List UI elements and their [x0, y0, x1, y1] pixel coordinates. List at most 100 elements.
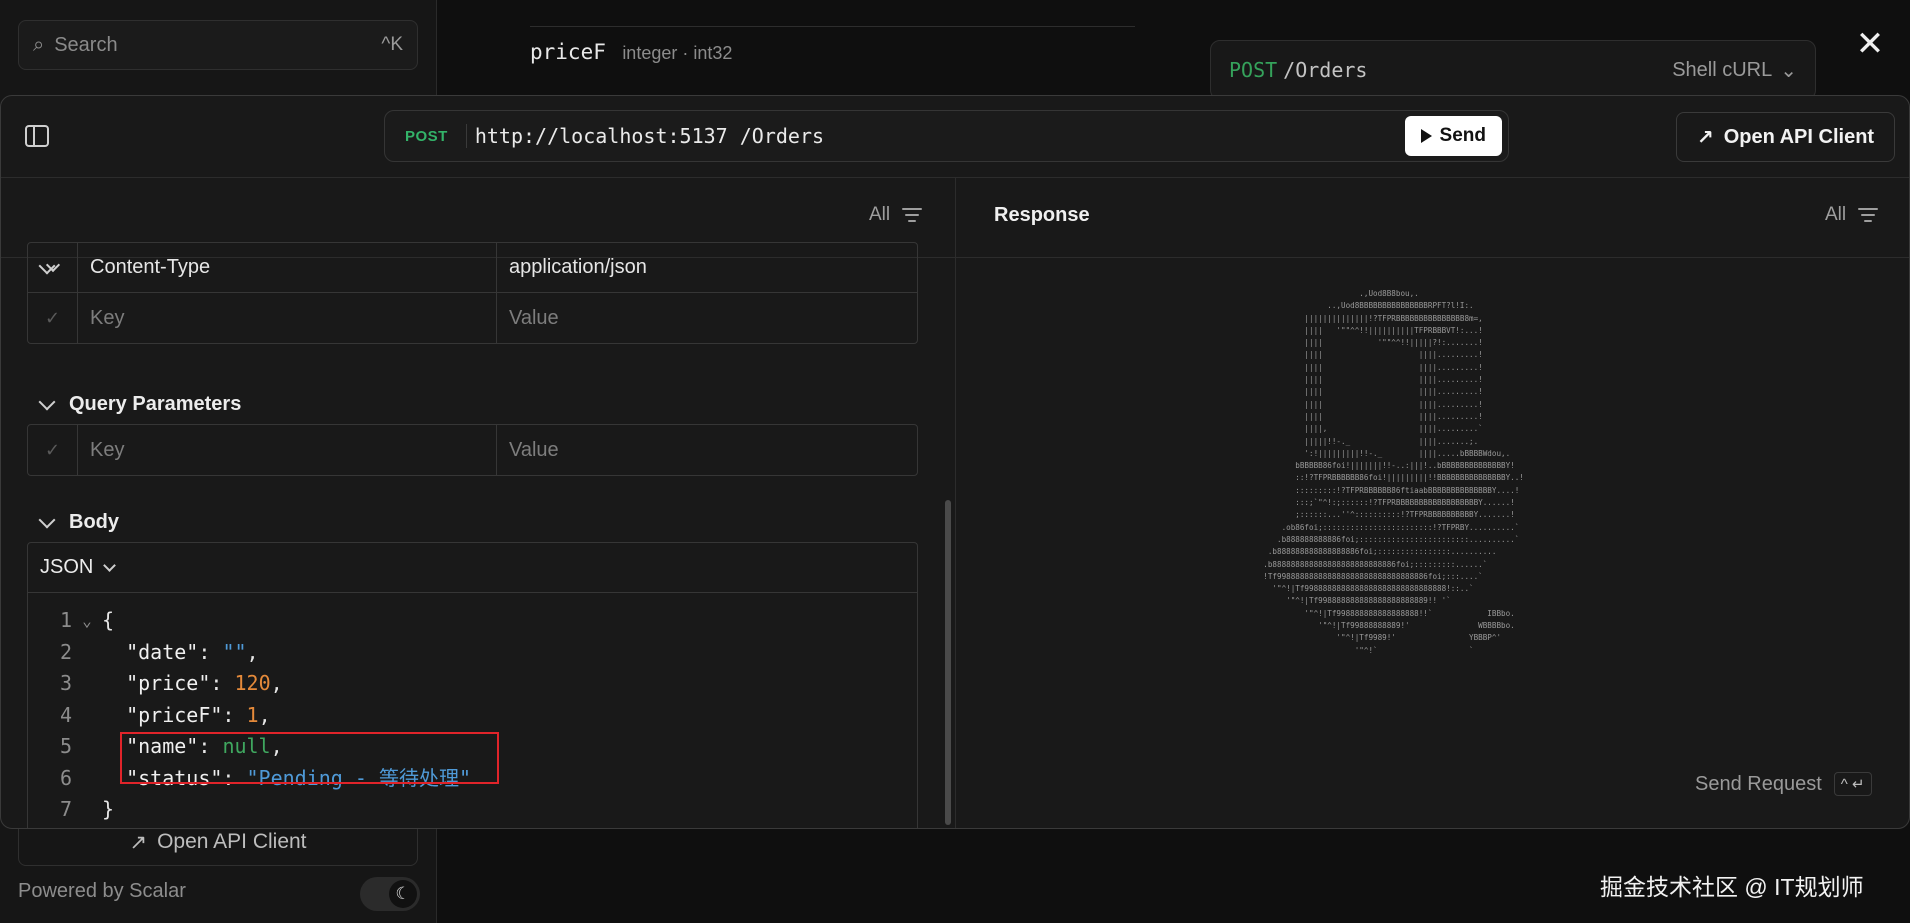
send-button[interactable]: Send: [1404, 116, 1502, 156]
field-name: priceF: [530, 40, 606, 64]
header-key-input[interactable]: Content-Type: [78, 243, 497, 292]
request-panel-scrollbar[interactable]: [945, 260, 951, 825]
body-editor: JSON 1 ⌄{2 "date": "", 3 "price": 120, 4 "p…: [27, 542, 918, 828]
filter-icon: [1858, 207, 1879, 223]
send-request-shortcut: ^ ↵: [1833, 772, 1872, 796]
code-text: "date": "",: [126, 639, 259, 664]
json-value: 1: [246, 702, 259, 727]
code-sample-header: POST /Orders Shell cURL ⌄: [1210, 40, 1816, 100]
query-parameters-title: Query Parameters: [69, 393, 242, 415]
json-value: 120: [234, 671, 271, 695]
code-line: 2 "date": "",: [28, 637, 917, 669]
chevron-down-icon: ⌄: [1780, 59, 1797, 82]
fold-gutter: [72, 700, 102, 732]
theme-toggle[interactable]: ☾: [360, 877, 420, 911]
close-icon[interactable]: ✕: [1852, 26, 1888, 62]
fold-gutter: [72, 763, 102, 795]
line-number: 3: [59, 671, 72, 695]
line-number: 4: [59, 702, 72, 727]
query-parameters-table: ✓ Key Value: [27, 424, 918, 476]
body-toggle[interactable]: Body: [38, 511, 119, 534]
language-label: Shell cURL: [1672, 58, 1773, 81]
request-url-input[interactable]: http://localhost:5137 /Orders: [475, 124, 824, 148]
json-code-editor[interactable]: 1 ⌄{2 "date": "", 3 "price": 120, 4 "priceF…: [28, 605, 917, 826]
filter-label: All: [869, 204, 891, 225]
search-icon: ⌕: [33, 33, 45, 56]
line-number: 2: [59, 639, 72, 664]
highlight-annotation: [120, 732, 499, 784]
response-title: Response: [994, 204, 1090, 226]
line-number: 7: [59, 797, 72, 821]
open-api-client-label: Open API Client: [1723, 125, 1875, 148]
chevron-down-icon: [38, 511, 56, 528]
arrow-up-right-icon: ↗: [1696, 126, 1714, 149]
header-value-input[interactable]: application/json: [497, 243, 917, 292]
code-text: "price": 120,: [126, 671, 283, 695]
language-select[interactable]: Shell cURL ⌄: [1672, 58, 1797, 83]
body-title: Body: [69, 511, 119, 533]
request-method[interactable]: POST: [405, 128, 448, 145]
header-value-input[interactable]: Value: [497, 293, 917, 343]
table-row: ✓ Key Value: [28, 293, 917, 343]
divider: [530, 26, 1135, 27]
filter-label: All: [1825, 204, 1847, 225]
chevron-down-icon: [45, 257, 60, 272]
watermark: 掘金技术社区 @ IT规划师: [1600, 874, 1864, 900]
row-chevron[interactable]: [28, 243, 78, 292]
code-line: 7}: [28, 794, 917, 826]
sidebar-toggle-icon[interactable]: [25, 125, 49, 147]
search-shortcut: ^K: [381, 34, 403, 55]
table-row: ✓ Key Value: [28, 425, 917, 475]
body-format-label: JSON: [40, 556, 94, 578]
send-label: Send: [1439, 125, 1486, 146]
headers-table: Content-Type application/json ✓ Key Valu…: [27, 242, 918, 344]
fold-chevron-icon[interactable]: ⌄: [72, 605, 102, 637]
filter-icon: [902, 207, 923, 223]
send-request-hint[interactable]: Send Request ^ ↵: [1695, 772, 1872, 796]
code-line: 4 "priceF": 1,: [28, 700, 917, 732]
play-icon: [1420, 129, 1432, 143]
field-type: integer · int32: [622, 43, 733, 63]
code-brace: }: [102, 797, 115, 821]
row-enable-checkbox[interactable]: ✓: [28, 425, 78, 475]
request-url-bar[interactable]: POST http://localhost:5137 /Orders Send: [384, 110, 1509, 162]
table-row: Content-Type application/json: [28, 243, 917, 293]
code-text: "priceF": 1,: [126, 702, 271, 727]
chevron-down-icon: [38, 393, 56, 410]
json-key: "price": [126, 671, 211, 695]
body-format-select[interactable]: JSON: [28, 543, 917, 593]
request-filter[interactable]: All: [869, 204, 923, 226]
check-icon: ✓: [44, 307, 61, 328]
check-icon: ✓: [44, 439, 61, 460]
scrollbar-thumb[interactable]: [945, 500, 951, 825]
send-request-label: Send Request: [1695, 772, 1822, 795]
row-enable-checkbox[interactable]: ✓: [28, 293, 78, 343]
response-panel-header: Response All: [956, 178, 1909, 258]
header-key-input[interactable]: Key: [78, 293, 497, 343]
fold-gutter: [72, 668, 102, 700]
query-parameters-toggle[interactable]: Query Parameters: [38, 393, 242, 416]
search-placeholder: Search: [54, 33, 118, 56]
line-number: 1: [59, 608, 72, 632]
fold-gutter: [72, 794, 102, 826]
powered-by-label[interactable]: Powered by Scalar: [18, 880, 186, 903]
code-text: }: [102, 794, 114, 826]
query-value-input[interactable]: Value: [497, 425, 917, 475]
code-line: 1 ⌄{: [28, 605, 917, 637]
code-sample-method: POST: [1229, 58, 1278, 82]
open-api-client-button[interactable]: ↗ Open API Client: [1676, 112, 1895, 162]
scalar-ascii-logo: .,Uod8B8bou,. ..,Uod8BBBBBBBBBBBBBBBRPFT…: [1263, 289, 1524, 655]
response-filter[interactable]: All: [1825, 204, 1879, 226]
chevron-down-icon: [103, 559, 117, 572]
search-input[interactable]: ⌕ Search ^K: [18, 20, 418, 70]
json-value: "": [222, 639, 247, 664]
json-key: "priceF": [126, 702, 223, 727]
modal-topbar: POST http://localhost:5137 /Orders Send …: [1, 96, 1909, 178]
arrow-up-right-icon: ↗: [129, 830, 148, 854]
code-sample-path: /Orders: [1283, 58, 1368, 82]
fold-gutter: [72, 637, 102, 669]
fold-gutter: [72, 731, 102, 763]
url-separator: [465, 124, 467, 148]
moon-icon: ☾: [389, 880, 417, 908]
query-key-input[interactable]: Key: [78, 425, 497, 475]
